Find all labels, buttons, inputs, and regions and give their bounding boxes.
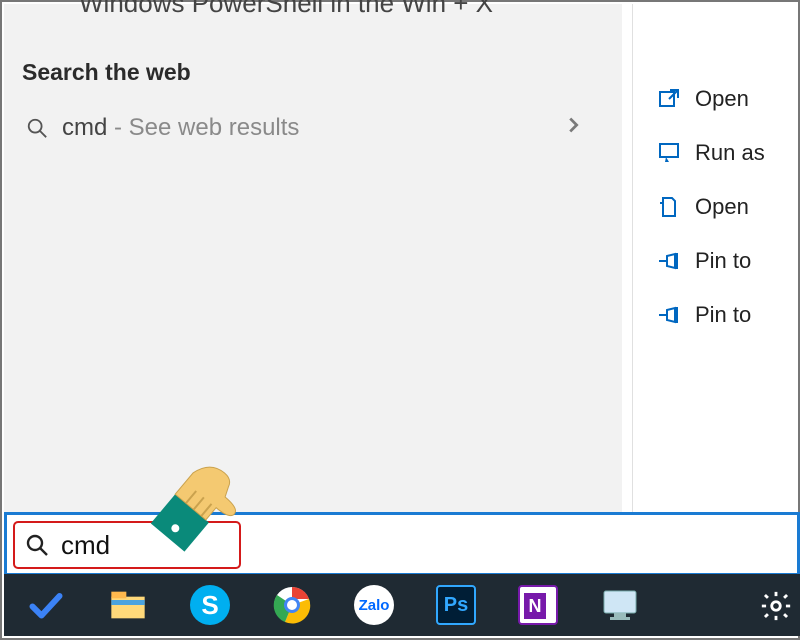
open-icon <box>657 87 681 111</box>
web-result-row[interactable]: cmd - See web results <box>12 100 612 156</box>
context-item-label: Pin to <box>695 248 751 274</box>
search-bar[interactable]: cmd <box>4 512 800 576</box>
context-item-label: Run as <box>695 140 765 166</box>
context-item-run-as[interactable]: Run as <box>633 126 796 180</box>
context-item-label: Open <box>695 194 749 220</box>
context-item-open[interactable]: Open <box>633 72 796 126</box>
context-item-pin-start[interactable]: Pin to <box>633 234 796 288</box>
search-icon <box>25 533 49 557</box>
cropped-top-text: Windows PowerShell in the Win + X <box>79 0 493 19</box>
taskbar-item-file-explorer[interactable] <box>106 583 150 627</box>
taskbar-item-onenote[interactable]: N <box>516 583 560 627</box>
web-result-query: cmd <box>62 114 107 141</box>
open-file-location-icon <box>657 195 681 219</box>
context-item-label: Open <box>695 86 749 112</box>
context-item-open-location[interactable]: Open <box>633 180 796 234</box>
search-input-highlight[interactable]: cmd <box>13 521 241 569</box>
chevron-right-icon[interactable] <box>562 114 584 141</box>
taskbar-item-chrome[interactable] <box>270 583 314 627</box>
section-title-search-web: Search the web <box>22 59 191 86</box>
search-results-panel: Windows PowerShell in the Win + X Search… <box>4 4 622 514</box>
pin-to-taskbar-icon <box>657 303 681 327</box>
taskbar-item-todo[interactable] <box>24 583 68 627</box>
taskbar-item-photoshop[interactable]: Ps <box>434 583 478 627</box>
context-actions-panel: Open Run as Open Pin to Pin to <box>632 4 796 514</box>
search-icon <box>26 117 48 139</box>
taskbar: S Zalo Ps N <box>4 574 800 636</box>
taskbar-item-remote[interactable] <box>598 583 642 627</box>
run-as-admin-icon <box>657 141 681 165</box>
context-item-label: Pin to <box>695 302 751 328</box>
pin-to-start-icon <box>657 249 681 273</box>
window-frame: Windows PowerShell in the Win + X Search… <box>0 0 800 640</box>
taskbar-settings-gear-icon[interactable] <box>754 584 798 628</box>
search-input-value[interactable]: cmd <box>61 530 110 561</box>
context-item-pin-taskbar[interactable]: Pin to <box>633 288 796 342</box>
taskbar-item-zalo[interactable]: Zalo <box>352 583 396 627</box>
taskbar-item-skype[interactable]: S <box>188 583 232 627</box>
web-result-suffix: - See web results <box>107 114 299 141</box>
